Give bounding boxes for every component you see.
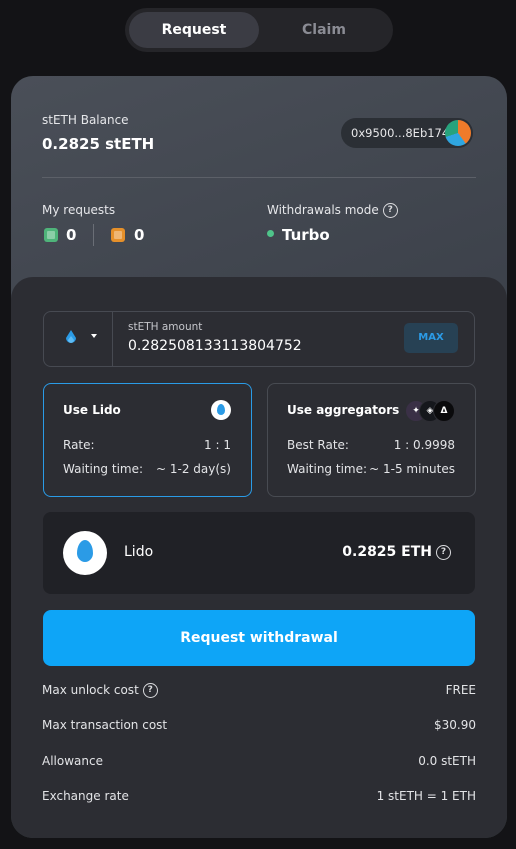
- lido-logo-icon: [211, 400, 231, 420]
- help-icon[interactable]: ?: [436, 544, 451, 560]
- pending-clock-icon: [111, 228, 125, 242]
- request-claim-switch: Request Claim: [125, 8, 393, 52]
- amount-input[interactable]: 0.282508133113804752: [128, 338, 302, 354]
- info-label: Max unlock cost?: [42, 683, 158, 698]
- ready-count: 0: [66, 226, 77, 244]
- receive-amount: 0.2825 ETH?: [342, 544, 451, 560]
- info-value: 1 stETH = 1 ETH: [376, 789, 476, 803]
- info-value: 0.0 stETH: [418, 754, 476, 768]
- option-title: Use aggregators: [287, 403, 400, 417]
- option-title: Use Lido: [63, 403, 121, 417]
- receive-amount-text: 0.2825 ETH: [342, 544, 432, 560]
- rate-value: 1 : 1: [204, 438, 231, 452]
- tab-claim[interactable]: Claim: [259, 8, 389, 52]
- info-label: Exchange rate: [42, 789, 129, 803]
- help-icon[interactable]: ?: [142, 683, 158, 698]
- rate-value: 1 : 0.9998: [393, 438, 455, 452]
- info-row-unlock-cost: Max unlock cost? FREE: [42, 683, 476, 701]
- request-form-panel: stETH amount 0.282508133113804752 MAX Us…: [11, 277, 507, 838]
- wallet-address-text: 0x9500...8Eb174: [351, 126, 450, 140]
- withdrawals-mode-value: Turbo: [267, 226, 330, 244]
- status-dot-icon: [267, 230, 274, 237]
- tab-request[interactable]: Request: [129, 8, 259, 52]
- withdrawals-mode-label-text: Withdrawals mode: [267, 203, 379, 217]
- divider: [42, 177, 476, 178]
- chevron-down-icon: [91, 334, 97, 338]
- info-row-exchange-rate: Exchange rate 1 stETH = 1 ETH: [42, 789, 476, 807]
- withdrawal-card: stETH Balance 0.2825 stETH 0x9500...8Eb1…: [11, 76, 507, 838]
- receive-provider: Lido: [124, 544, 154, 560]
- info-value: FREE: [445, 683, 476, 697]
- waiting-time-label: Waiting time:: [63, 462, 144, 476]
- amount-label: stETH amount: [128, 321, 203, 333]
- waiting-time-label: Waiting time:: [287, 462, 368, 476]
- info-label-text: Max unlock cost: [42, 683, 139, 697]
- my-requests-label: My requests: [42, 203, 116, 217]
- info-row-transaction-cost: Max transaction cost $30.90: [42, 718, 476, 736]
- wallet-avatar-icon: [445, 120, 471, 146]
- waiting-time-value: ~ 1-5 minutes: [369, 462, 455, 476]
- option-use-lido[interactable]: Use Lido Rate: 1 : 1 Waiting time: ~ 1-2…: [43, 383, 252, 497]
- withdrawals-mode-text: Turbo: [282, 226, 330, 244]
- token-selector[interactable]: [44, 312, 113, 366]
- request-withdrawal-button[interactable]: Request withdrawal: [43, 610, 475, 666]
- max-button[interactable]: MAX: [404, 323, 458, 353]
- withdrawals-mode-label: Withdrawals mode?: [267, 203, 398, 218]
- wallet-address-button[interactable]: 0x9500...8Eb174: [341, 118, 473, 148]
- lido-logo-icon: [63, 531, 107, 575]
- info-label: Max transaction cost: [42, 718, 168, 732]
- info-row-allowance: Allowance 0.0 stETH: [42, 754, 476, 772]
- option-use-aggregators[interactable]: Use aggregators ✦ ◈ Δ Best Rate: 1 : 0.9…: [267, 383, 476, 497]
- pending-count: 0: [134, 226, 145, 244]
- info-label: Allowance: [42, 754, 103, 768]
- steth-drop-icon: [66, 330, 76, 343]
- steth-balance-value: 0.2825 stETH: [42, 135, 155, 153]
- rate-label: Best Rate:: [287, 438, 349, 452]
- count-separator: [93, 224, 94, 246]
- amount-input-group: stETH amount 0.282508133113804752 MAX: [43, 311, 475, 367]
- rate-label: Rate:: [63, 438, 95, 452]
- help-icon[interactable]: ?: [382, 203, 398, 218]
- waiting-time-value: ~ 1-2 day(s): [156, 462, 231, 476]
- steth-balance-label: stETH Balance: [42, 113, 129, 127]
- ready-check-icon: [44, 228, 58, 242]
- receive-summary: Lido 0.2825 ETH?: [43, 512, 475, 594]
- info-value: $30.90: [434, 718, 476, 732]
- aggregator-3-icon: Δ: [433, 400, 455, 422]
